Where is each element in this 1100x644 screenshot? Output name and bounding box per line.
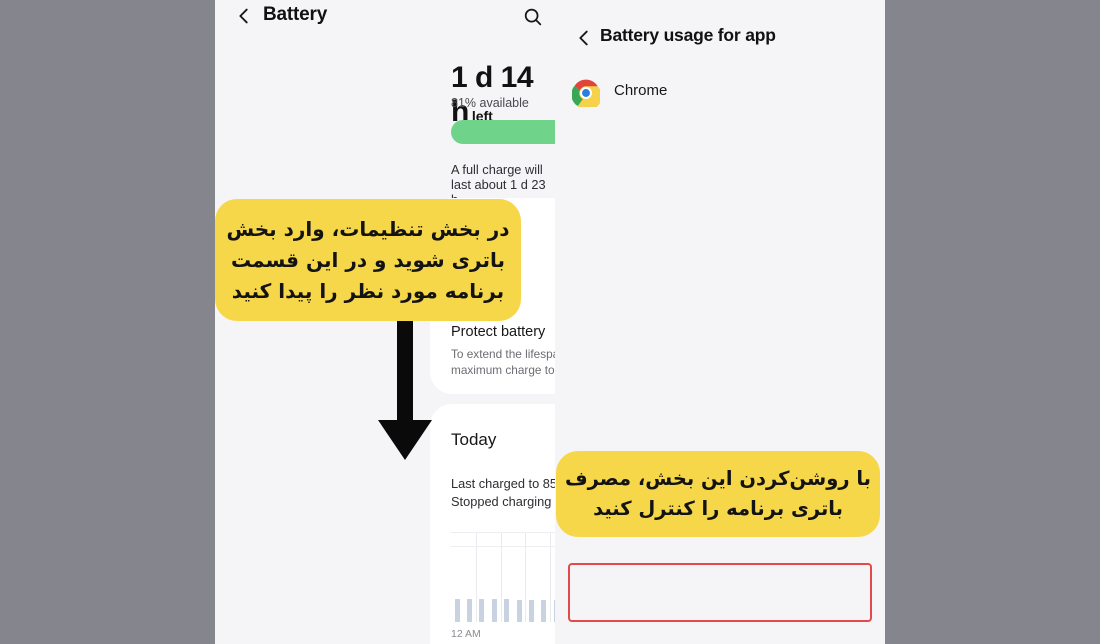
last-charged-text: Last charged to 85%: [451, 476, 555, 491]
today-battery-card: Today Last charged to 85% Stopped chargi…: [430, 404, 555, 644]
page-title: Battery usage for app: [600, 25, 776, 45]
chart-bar: [467, 598, 473, 622]
chart-bar: [491, 598, 497, 622]
chart-bar: [504, 598, 510, 622]
annotation-note-1: در بخش تنظیمات، وارد بخش باتری شوید و در…: [215, 199, 521, 321]
battery-progress-fill: [451, 120, 555, 144]
protect-battery-title: Protect battery: [451, 324, 546, 340]
annotation-note-2: با روشن‌کردن این بخش، مصرف باتری برنامه …: [556, 451, 880, 537]
today-title: Today: [451, 430, 497, 449]
charging-status-text: Last charged to 85% Stopped charging 3 h…: [451, 475, 555, 511]
chart-bar: [454, 598, 460, 622]
screenshot-stage: Battery 1 d 14 h left 81% available A ful…: [0, 0, 1100, 644]
chart-bar: [479, 598, 485, 622]
chart-bar: [528, 599, 534, 622]
battery-history-chart: ⚡ 85: [451, 532, 555, 622]
left-header: Battery: [215, 0, 555, 34]
annotation-note-1-text: در بخش تنظیمات، وارد بخش باتری شوید و در…: [226, 216, 510, 303]
right-header: Battery usage for app: [555, 22, 885, 56]
stopped-charging-text: Stopped charging 3 h 7 m ago: [451, 494, 555, 509]
battery-progress-bar: [451, 120, 555, 144]
chart-bar: [541, 599, 547, 622]
down-arrow-annotation: [370, 320, 440, 465]
battery-time-remaining: 1 d 14 h left: [451, 61, 555, 129]
chrome-icon: [571, 79, 602, 111]
red-highlight-box: [568, 563, 872, 622]
protect-battery-description: To extend the lifespan of your battery, …: [451, 347, 555, 377]
app-battery-usage-panel: Battery usage for app Chrome Dec 23Today…: [555, 0, 885, 644]
x-axis-label-start: 12 AM: [451, 628, 481, 640]
annotation-note-2-text: با روشن‌کردن این بخش، مصرف باتری برنامه …: [565, 467, 871, 520]
search-icon[interactable]: [522, 6, 544, 28]
app-identity-row: Chrome: [555, 75, 885, 113]
battery-available-text: 81% available: [451, 96, 529, 110]
chevron-left-icon[interactable]: [233, 5, 255, 27]
chevron-left-icon[interactable]: [573, 27, 595, 49]
app-name: Chrome: [614, 82, 668, 99]
page-title: Battery: [263, 4, 328, 25]
chart-bar: [516, 599, 522, 622]
